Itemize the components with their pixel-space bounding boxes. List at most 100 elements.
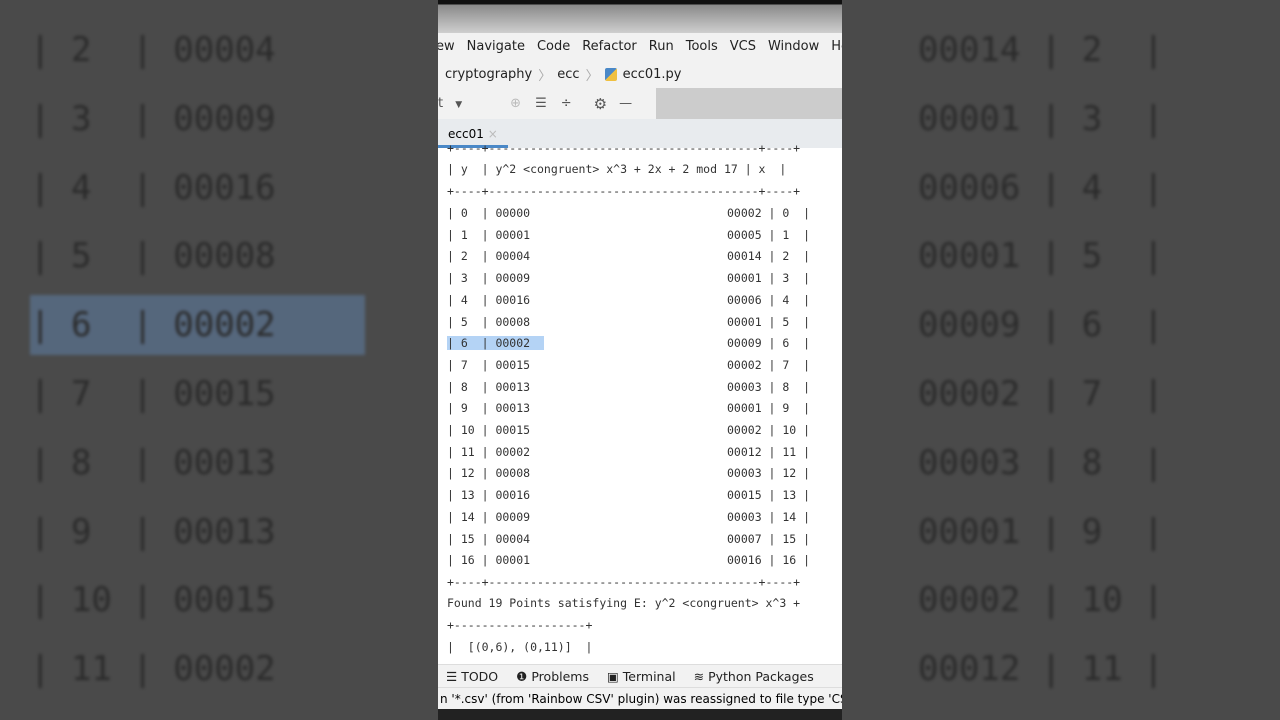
todo-tab[interactable]: ☰ TODO — [446, 669, 498, 684]
table-row: | 9 | 00013 00001 | 9 | — [447, 399, 810, 417]
row-y-value: | 15 | 00004 — [447, 531, 531, 546]
row-y-value: | 3 | 00009 — [447, 271, 531, 286]
table-border: +----+----------------------------------… — [447, 575, 801, 589]
menu-code[interactable]: Code — [537, 39, 570, 54]
row-y-value: | 5 | 00008 — [447, 314, 531, 329]
table-row: | 14 | 00009 00003 | 14 | — [447, 508, 810, 526]
row-y-value: | 6 | 00002 — [447, 336, 545, 351]
info-icon: ❶ — [516, 669, 528, 684]
row-y-value: | 4 | 00016 — [447, 292, 531, 307]
menu-refactor[interactable]: Refactor — [582, 39, 637, 54]
row-y-value: | 2 | 00004 — [447, 249, 531, 264]
python-packages-tab[interactable]: ≋ Python Packages — [694, 669, 814, 684]
expand-all-icon[interactable]: ☰ — [535, 96, 547, 111]
blurred-row: | 11 | 00002 — [30, 649, 276, 690]
row-x-value: 00003 | 12 | — [727, 466, 811, 481]
terminal-label: Terminal — [622, 669, 676, 684]
table-row: | 1 | 00001 00005 | 1 | — [447, 226, 810, 244]
blurred-row: | 6 | 00002 — [30, 295, 365, 356]
minimize-icon[interactable]: — — [619, 96, 632, 111]
row-x-value: 00007 | 15 | — [727, 531, 811, 546]
table-row: | 16 | 00001 00016 | 16 | — [447, 551, 810, 569]
blurred-row: 00001 | 3 | — [918, 98, 1164, 139]
blurred-row: 00001 | 9 | — [918, 511, 1164, 552]
table-header: | y | y^2 <congruent> x^3 + 2x + 2 mod 1… — [447, 162, 787, 176]
menu-bar: ew Navigate Code Refactor Run Tools VCS … — [438, 33, 842, 60]
python-file-icon — [604, 67, 617, 81]
breadcrumb-file[interactable]: ecc01.py — [623, 67, 682, 82]
chevron-right-icon: 〉 — [585, 68, 599, 84]
blurred-row: | 8 | 00013 — [30, 442, 276, 483]
row-x-value: 00003 | 8 | — [727, 379, 811, 394]
table-row: | 10 | 00015 00002 | 10 | — [447, 421, 810, 439]
list-icon: ☰ — [446, 669, 458, 684]
table-border: +----+----------------------------------… — [447, 184, 801, 198]
ide-window: ew Navigate Code Refactor Run Tools VCS … — [438, 0, 842, 720]
breadcrumb: cryptography 〉 ecc 〉 ecc01.py — [438, 60, 842, 88]
blurred-row: 00006 | 4 | — [918, 167, 1164, 208]
breadcrumb-cryptography[interactable]: cryptography — [445, 67, 532, 82]
table-row: | 8 | 00013 00003 | 8 | — [447, 378, 810, 396]
table-row: | 11 | 00002 00012 | 11 | — [447, 443, 810, 461]
row-y-value: | 16 | 00001 — [447, 553, 531, 568]
row-x-value: 00001 | 9 | — [727, 401, 811, 416]
row-y-value: | 10 | 00015 — [447, 423, 531, 437]
menu-navigate[interactable]: Navigate — [467, 39, 525, 54]
crosshair-icon[interactable]: ⊕ — [510, 96, 521, 111]
found-points-text: Found 19 Points satisfying E: y^2 <congr… — [447, 596, 801, 610]
collapse-all-icon[interactable]: ÷ — [561, 96, 572, 111]
row-x-value: 00005 | 1 | — [727, 227, 811, 242]
menu-help[interactable]: Help — [831, 39, 842, 54]
row-x-value: 00002 | 10 | — [727, 423, 811, 437]
terminal-tab[interactable]: ▣ Terminal — [607, 669, 676, 684]
menu-view[interactable]: ew — [438, 39, 455, 54]
run-toolbar: t ▼ ⊕ ☰ ÷ ⚙ — — [438, 88, 842, 119]
run-console-output[interactable]: +----+----------------------------------… — [438, 141, 842, 657]
points-border: +-------------------+ — [447, 618, 593, 632]
row-y-value: | 8 | 00013 — [447, 379, 531, 394]
tool-window-bar: ☰ TODO ❶ Problems ▣ Terminal ≋ Python Pa… — [438, 664, 842, 688]
row-x-value: 00016 | 16 | — [727, 553, 811, 568]
points-list: | [(0,6), (0,11)] | — [447, 640, 593, 654]
todo-label: TODO — [461, 669, 499, 684]
row-x-value: 00002 | 7 | — [727, 357, 811, 372]
table-row: | 15 | 00004 00007 | 15 | — [447, 530, 810, 548]
blurred-row: 00014 | 2 | — [918, 30, 1164, 70]
blurred-row: | 9 | 00013 — [30, 511, 276, 552]
blurred-row: | 4 | 00016 — [30, 167, 276, 208]
problems-tab[interactable]: ❶ Problems — [516, 669, 589, 684]
row-x-value: 00015 | 13 | — [727, 488, 811, 503]
chevron-right-icon: 〉 — [538, 68, 552, 84]
menu-window[interactable]: Window — [768, 39, 819, 54]
table-row: | 5 | 00008 00001 | 5 | — [447, 313, 810, 331]
blurred-row: | 2 | 00004 — [30, 30, 276, 70]
blurred-background-left: | 2 | 00004 | 3 | 00009 | 4 | 00016 | 5 | 0… — [0, 0, 438, 720]
row-x-value: 00001 | 5 | — [727, 314, 811, 329]
run-config-label: t — [438, 96, 444, 111]
row-y-value: | 1 | 00001 — [447, 227, 531, 242]
menu-run[interactable]: Run — [649, 39, 674, 54]
settings-gear-icon[interactable]: ⚙ — [594, 95, 607, 113]
breadcrumb-ecc[interactable]: ecc — [557, 67, 579, 82]
blurred-row: | 7 | 00015 — [30, 374, 276, 414]
row-y-value: | 14 | 00009 — [447, 509, 531, 524]
menu-tools[interactable]: Tools — [686, 39, 718, 54]
blurred-row: | 5 | 00008 — [30, 236, 276, 277]
run-config-select[interactable]: t ▼ — [438, 96, 462, 111]
blurred-row: 00003 | 8 | — [918, 442, 1164, 483]
table-row: | 7 | 00015 00002 | 7 | — [447, 356, 810, 374]
row-x-value: 00014 | 2 | — [727, 249, 811, 264]
table-row: | 0 | 00000 00002 | 0 | — [447, 204, 810, 222]
table-row: | 2 | 00004 00014 | 2 | — [447, 247, 810, 265]
blurred-row: 00009 | 6 | — [918, 305, 1164, 346]
blurred-row: 00012 | 11 | — [918, 649, 1164, 690]
row-x-value: 00006 | 4 | — [727, 292, 811, 307]
table-row: | 4 | 00016 00006 | 4 | — [447, 291, 810, 309]
menu-vcs[interactable]: VCS — [730, 39, 756, 54]
row-x-value: 00009 | 6 | — [727, 336, 811, 351]
title-bar — [438, 0, 842, 33]
blurred-row: 00001 | 5 | — [918, 236, 1164, 277]
blurred-row: 00002 | 10 | — [918, 580, 1164, 621]
blurred-row: 00002 | 7 | — [918, 374, 1164, 414]
row-y-value: | 11 | 00002 — [447, 444, 531, 459]
